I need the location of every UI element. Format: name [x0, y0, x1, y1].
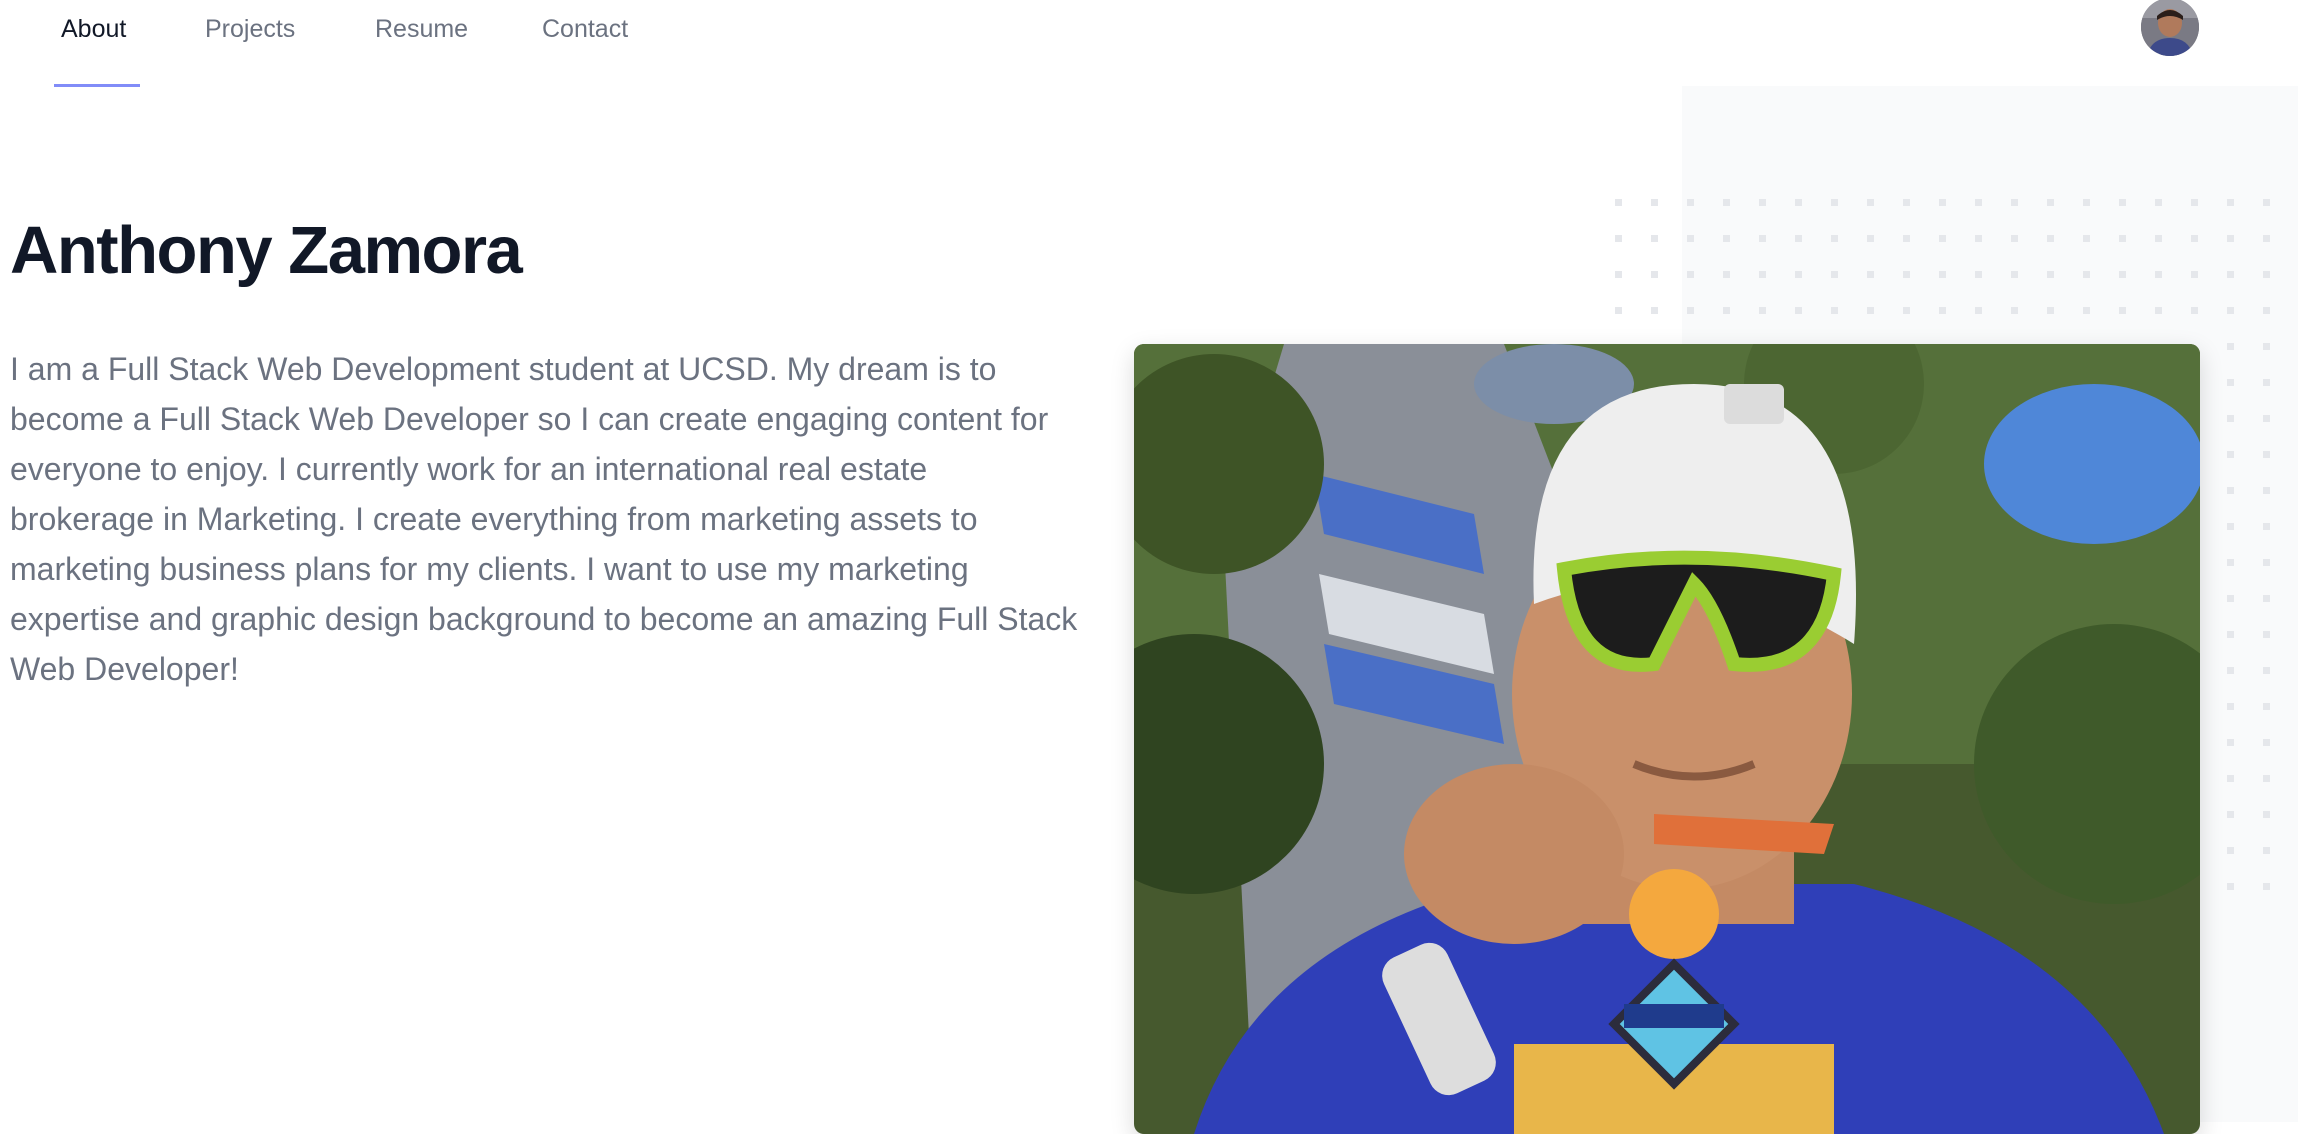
profile-photo-image: [1134, 344, 2200, 1134]
avatar[interactable]: [2141, 0, 2199, 56]
top-nav: About Projects Resume Contact: [0, 0, 2298, 87]
tab-about[interactable]: About: [61, 12, 126, 46]
user-avatar-icon: [2141, 0, 2199, 56]
tab-contact[interactable]: Contact: [542, 12, 628, 46]
bio-text: I am a Full Stack Web Development studen…: [10, 351, 1078, 687]
active-tab-indicator: [54, 84, 140, 87]
page-title: Anthony Zamora: [10, 213, 523, 288]
tab-projects[interactable]: Projects: [205, 12, 295, 46]
tab-resume[interactable]: Resume: [375, 12, 468, 46]
profile-photo: [1134, 344, 2200, 1134]
